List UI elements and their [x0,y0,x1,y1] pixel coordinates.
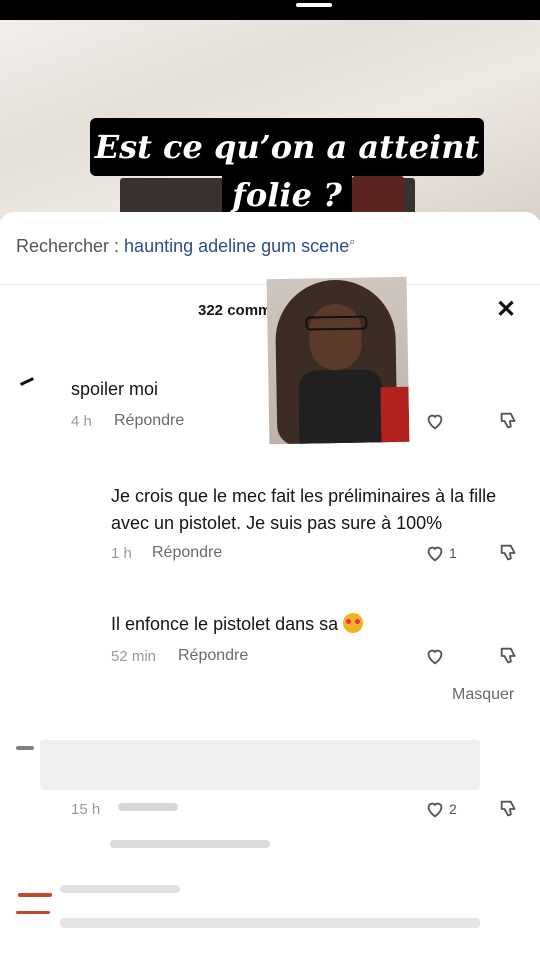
dislike-icon[interactable] [498,645,520,667]
avatar[interactable] [18,893,52,897]
avatar-decoration [16,911,50,914]
photo-red-strap [380,386,410,445]
photo-glasses [305,315,368,331]
photo-face [309,303,363,371]
status-bar [0,0,540,20]
close-icon[interactable]: ✕ [496,298,516,322]
video-object-red [352,176,404,216]
creator-photo-overlay [266,276,410,445]
comment-time: 1 h [111,545,132,562]
heart-icon[interactable] [424,542,446,564]
hide-replies-button[interactable]: Masquer [452,686,514,704]
obscured-username [60,885,180,893]
view-replies-button[interactable] [110,840,270,848]
drag-handle[interactable] [296,3,332,7]
comment-time: 15 h [71,801,101,818]
dislike-icon[interactable] [498,798,520,820]
obscured-comment-text [40,740,480,790]
photo-jacket [298,369,384,445]
search-suggestion[interactable]: Rechercher : haunting adeline gum scene⌕ [16,236,355,257]
comment-body: Il enfonce le pistolet dans sa [111,614,339,634]
search-prefix: Rechercher : [16,236,125,256]
dislike-icon[interactable] [498,542,520,564]
comment-time: 4 h [71,413,92,430]
video-caption-line1: Est ce qu’on a atteint la [90,118,484,224]
heart-icon[interactable] [424,410,446,432]
dislike-icon[interactable] [498,410,520,432]
heart-eyes-cat-emoji-icon [343,613,364,633]
search-icon[interactable]: ⌕ [349,236,355,248]
heart-icon[interactable] [424,645,446,667]
like-count: 1 [449,545,457,561]
search-query[interactable]: haunting adeline gum scene [124,236,349,256]
reply-button[interactable]: Répondre [152,544,222,562]
comment-text: Je crois que le mec fait les préliminair… [111,486,497,533]
comment-text: spoiler moi [71,379,159,399]
like-count: 2 [449,801,457,817]
reply-button[interactable] [118,803,178,811]
reply-button[interactable]: Répondre [114,412,184,430]
obscured-comment-text [60,918,480,928]
comment-text: Il enfonce le pistolet dans sa [111,611,364,638]
comment-time: 52 min [111,648,157,665]
avatar[interactable] [16,746,34,750]
reply-button[interactable]: Répondre [178,647,248,665]
heart-icon[interactable] [424,798,446,820]
